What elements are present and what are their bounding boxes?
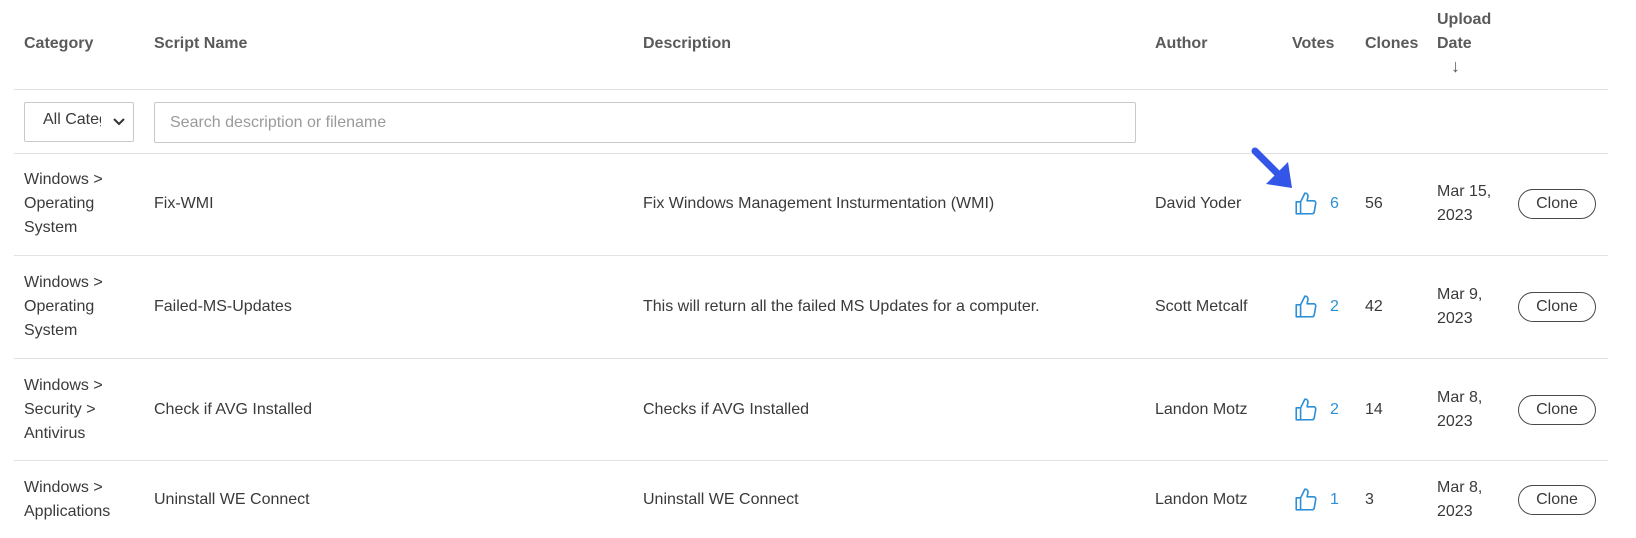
- vote-count: 6: [1330, 195, 1339, 212]
- row-author: Landon Motz: [1155, 401, 1248, 418]
- date-line: 2023: [1437, 310, 1473, 327]
- row-upload-date: Mar 8, 2023: [1437, 476, 1482, 524]
- category-line: Windows >: [24, 377, 103, 394]
- row-clones: 3: [1365, 491, 1374, 508]
- row-description: This will return all the failed MS Updat…: [643, 298, 1040, 315]
- vote-count: 1: [1330, 491, 1339, 508]
- row-category: Windows > Applications: [24, 476, 110, 524]
- category-line: Operating: [24, 298, 95, 315]
- category-line: System: [24, 322, 78, 339]
- column-header-description[interactable]: Description: [643, 32, 731, 56]
- row-script-name[interactable]: Check if AVG Installed: [154, 398, 312, 422]
- thumbs-up-icon: [1295, 398, 1317, 421]
- category-line: Operating: [24, 195, 95, 212]
- clone-button[interactable]: Clone: [1518, 189, 1596, 219]
- row-description: Fix Windows Management Insturmentation (…: [643, 195, 995, 212]
- row-clones: 42: [1365, 298, 1383, 315]
- row-author: David Yoder: [1155, 195, 1242, 212]
- vote-count: 2: [1330, 298, 1339, 315]
- row-description: Uninstall WE Connect: [643, 491, 799, 508]
- date-line: 2023: [1437, 503, 1473, 520]
- category-line: Windows >: [24, 171, 103, 188]
- sort-descending-icon: ↓: [1451, 56, 1460, 76]
- date-line: 2023: [1437, 413, 1473, 430]
- row-divider: [14, 255, 1608, 256]
- row-divider: [14, 460, 1608, 461]
- date-line: 2023: [1437, 207, 1473, 224]
- column-header-script-name[interactable]: Script Name: [154, 32, 247, 56]
- category-line: Security >: [24, 401, 96, 418]
- clone-button[interactable]: Clone: [1518, 292, 1596, 322]
- column-header-votes[interactable]: Votes: [1292, 32, 1334, 56]
- vote-button[interactable]: 2: [1293, 294, 1339, 320]
- upload-date-header-line1: Upload: [1437, 11, 1492, 28]
- row-upload-date: Mar 8, 2023: [1437, 386, 1482, 434]
- row-divider: [14, 358, 1608, 359]
- date-line: Mar 9,: [1437, 286, 1483, 303]
- clone-button[interactable]: Clone: [1518, 395, 1596, 425]
- row-category: Windows > Operating System: [24, 271, 103, 343]
- date-line: Mar 8,: [1437, 389, 1483, 406]
- row-script-name[interactable]: Failed-MS-Updates: [154, 295, 292, 319]
- row-upload-date: Mar 9, 2023: [1437, 283, 1482, 331]
- thumbs-up-icon: [1295, 192, 1317, 215]
- upload-date-header-line2: Date: [1437, 35, 1472, 52]
- column-header-upload-date[interactable]: Upload Date ↓: [1437, 8, 1491, 76]
- clone-button[interactable]: Clone: [1518, 485, 1596, 515]
- vote-button[interactable]: 1: [1293, 487, 1339, 513]
- scripts-table: Category Script Name Description Author …: [14, 0, 1608, 538]
- category-filter-value: All Categories: [43, 111, 101, 128]
- vote-count: 2: [1330, 401, 1339, 418]
- annotation-arrow-icon: [1251, 147, 1292, 188]
- thumbs-up-icon: [1295, 295, 1317, 318]
- column-header-clones[interactable]: Clones: [1365, 32, 1418, 56]
- category-filter-select[interactable]: All Categories: [24, 102, 134, 142]
- category-line: System: [24, 219, 78, 236]
- category-line: Windows >: [24, 274, 103, 291]
- search-input[interactable]: [154, 102, 1136, 143]
- row-author: Scott Metcalf: [1155, 298, 1248, 315]
- row-script-name[interactable]: Fix-WMI: [154, 192, 214, 216]
- row-category: Windows > Operating System: [24, 168, 103, 240]
- column-header-category[interactable]: Category: [24, 32, 93, 56]
- category-line: Antivirus: [24, 425, 86, 442]
- vote-button[interactable]: 2: [1293, 397, 1339, 423]
- row-clones: 56: [1365, 195, 1383, 212]
- header-divider: [14, 89, 1608, 90]
- row-category: Windows > Security > Antivirus: [24, 374, 103, 446]
- row-clones: 14: [1365, 401, 1383, 418]
- row-description: Checks if AVG Installed: [643, 401, 809, 418]
- column-header-author[interactable]: Author: [1155, 32, 1207, 56]
- category-line: Applications: [24, 503, 111, 520]
- date-line: Mar 8,: [1437, 479, 1483, 496]
- date-line: Mar 15,: [1437, 183, 1492, 200]
- chevron-down-icon: [113, 118, 125, 126]
- row-author: Landon Motz: [1155, 491, 1248, 508]
- row-upload-date: Mar 15, 2023: [1437, 180, 1491, 228]
- row-script-name[interactable]: Uninstall WE Connect: [154, 488, 310, 512]
- thumbs-up-icon: [1295, 488, 1317, 511]
- vote-button[interactable]: 6: [1293, 191, 1339, 217]
- category-line: Windows >: [24, 479, 103, 496]
- filter-divider: [14, 153, 1608, 154]
